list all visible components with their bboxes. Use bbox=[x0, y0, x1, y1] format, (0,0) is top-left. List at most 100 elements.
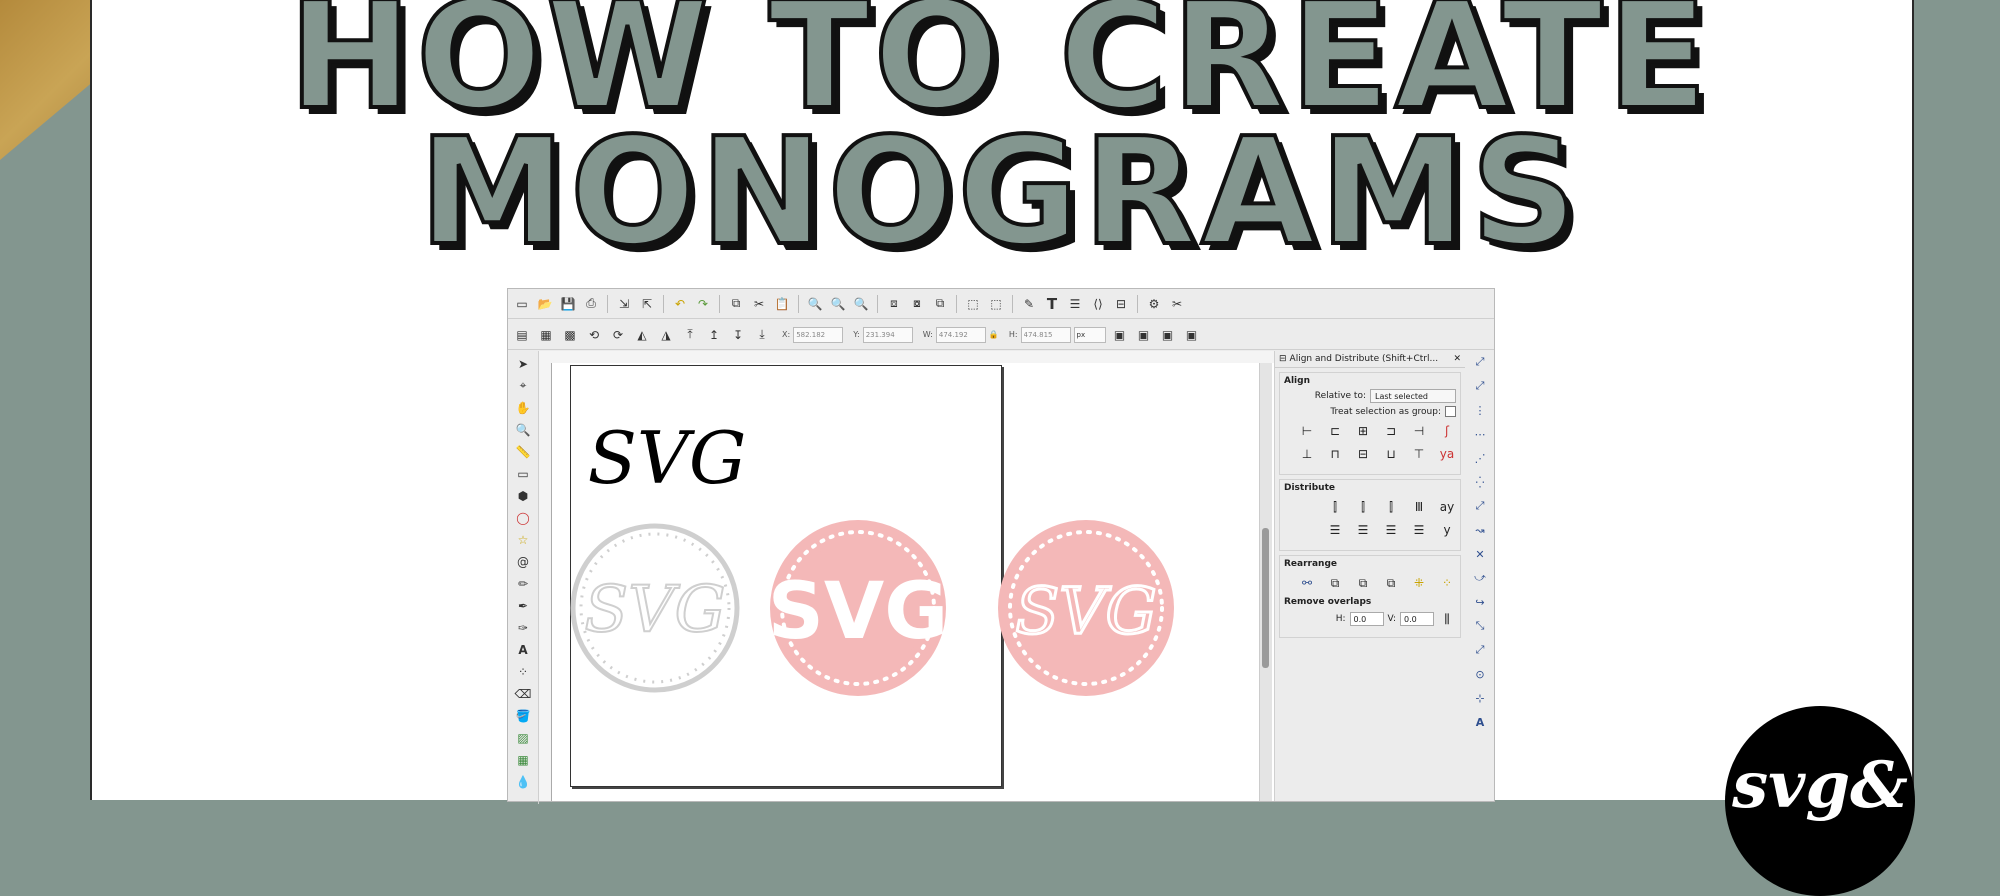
distribute-centers-v-icon[interactable]: ☰ bbox=[1354, 521, 1372, 539]
text-tool-icon[interactable]: T bbox=[1042, 294, 1062, 314]
distribute-top-edges-icon[interactable]: ☰ bbox=[1326, 521, 1344, 539]
preferences-icon[interactable]: ⚙ bbox=[1144, 294, 1164, 314]
align-left-to-right-icon[interactable]: ⊣ bbox=[1410, 422, 1428, 440]
center-horizontal-axis-icon[interactable]: ⊟ bbox=[1354, 445, 1372, 463]
distribute-centers-h-icon[interactable]: ⫿ bbox=[1354, 498, 1372, 516]
deselect-icon[interactable]: ▩ bbox=[560, 325, 580, 345]
rectangle-tool-icon[interactable]: ▭ bbox=[514, 464, 532, 483]
node-editor-icon[interactable]: ⬚ bbox=[963, 294, 983, 314]
exchange-clockwise-icon[interactable]: ⧉ bbox=[1382, 574, 1400, 592]
graph-layout-icon[interactable]: ⚯ bbox=[1298, 574, 1316, 592]
snap-centers-icon[interactable]: ⤢ bbox=[1471, 641, 1489, 659]
selector-tool-icon[interactable]: ➤ bbox=[514, 354, 532, 373]
flip-vertical-icon[interactable]: ◮ bbox=[656, 325, 676, 345]
pen-tool-icon[interactable]: ✒ bbox=[514, 596, 532, 615]
distribute-baselines-h-icon[interactable]: ay bbox=[1438, 498, 1456, 516]
gradient-tool-icon[interactable]: ▨ bbox=[514, 728, 532, 747]
zoom-tool-icon[interactable]: 🔍 bbox=[514, 420, 532, 439]
height-input[interactable] bbox=[1020, 326, 1071, 343]
exchange-z-order-icon[interactable]: ⧉ bbox=[1354, 574, 1372, 592]
eraser-tool-icon[interactable]: ⌫ bbox=[514, 684, 532, 703]
lock-icon[interactable]: 🔒 bbox=[989, 330, 999, 339]
center-vertical-axis-icon[interactable]: ⊞ bbox=[1354, 422, 1372, 440]
mesh-tool-icon[interactable]: ▦ bbox=[514, 750, 532, 769]
distribute-left-edges-icon[interactable]: ⫿ bbox=[1326, 498, 1344, 516]
raise-icon[interactable]: ↥ bbox=[704, 325, 724, 345]
snap-cusp-nodes-icon[interactable]: ⤻ bbox=[1471, 569, 1489, 587]
print-icon[interactable]: ⎙ bbox=[581, 294, 601, 314]
cut-icon[interactable]: ✂ bbox=[749, 294, 769, 314]
select-all-layers-icon[interactable]: ▦ bbox=[536, 325, 556, 345]
save-icon[interactable]: 💾 bbox=[558, 294, 578, 314]
align-bottom-to-top-icon[interactable]: ⊥ bbox=[1298, 445, 1316, 463]
box-3d-tool-icon[interactable]: ⬢ bbox=[514, 486, 532, 505]
rotate-ccw-icon[interactable]: ⟲ bbox=[584, 325, 604, 345]
scale-stroke-icon[interactable]: ▣ bbox=[1110, 325, 1130, 345]
clone-icon[interactable]: ⧉ bbox=[930, 294, 950, 314]
snap-intersections-icon[interactable]: ✕ bbox=[1471, 545, 1489, 563]
h-gap-input[interactable]: 0.0 bbox=[1349, 612, 1384, 626]
randomize-centers-icon[interactable]: ⁜ bbox=[1410, 574, 1428, 592]
zoom-drawing-icon[interactable]: 🔍 bbox=[828, 294, 848, 314]
zoom-selection-icon[interactable]: 🔍 bbox=[805, 294, 825, 314]
exchange-selection-order-icon[interactable]: ⧉ bbox=[1326, 574, 1344, 592]
align-left-edges-icon[interactable]: ⊏ bbox=[1326, 422, 1344, 440]
dropper-tool-icon[interactable]: 💧 bbox=[514, 772, 532, 791]
vertical-scrollbar[interactable] bbox=[1259, 363, 1272, 801]
spiral-tool-icon[interactable]: @ bbox=[514, 552, 532, 571]
v-gap-input[interactable]: 0.0 bbox=[1400, 612, 1434, 626]
transform-icon[interactable]: ⬚ bbox=[986, 294, 1006, 314]
snap-midpoints-icon[interactable]: ⤡ bbox=[1471, 617, 1489, 635]
open-icon[interactable]: 📂 bbox=[535, 294, 555, 314]
tweak-tool-icon[interactable]: ✋ bbox=[514, 398, 532, 417]
treat-group-checkbox[interactable] bbox=[1445, 406, 1456, 417]
node-tool-icon[interactable]: ⌖ bbox=[514, 376, 532, 395]
pink-script-monogram[interactable]: SVG bbox=[998, 520, 1174, 696]
calligraphy-tool-icon[interactable]: ✑ bbox=[514, 618, 532, 637]
align-text-anchors-icon[interactable]: ʃ bbox=[1438, 422, 1456, 440]
remove-overlaps-button-icon[interactable]: ⫼ bbox=[1438, 610, 1456, 628]
xml-editor-icon[interactable]: ⟨⟩ bbox=[1088, 294, 1108, 314]
new-document-icon[interactable]: ▭ bbox=[512, 294, 532, 314]
drawing-canvas[interactable]: SVG SVG SVG SVG bbox=[552, 363, 1299, 801]
snap-nodes-icon[interactable]: ⤢ bbox=[1471, 497, 1489, 515]
ungroup-icon[interactable]: ⧇ bbox=[907, 294, 927, 314]
bucket-tool-icon[interactable]: 🪣 bbox=[514, 706, 532, 725]
snap-smooth-nodes-icon[interactable]: ↪ bbox=[1471, 593, 1489, 611]
rotate-cw-icon[interactable]: ⟳ bbox=[608, 325, 628, 345]
unit-select[interactable]: px bbox=[1073, 326, 1106, 343]
redo-icon[interactable]: ↷ bbox=[693, 294, 713, 314]
distribute-baselines-v-icon[interactable]: y bbox=[1438, 521, 1456, 539]
align-top-to-bottom-icon[interactable]: ⊤ bbox=[1410, 445, 1428, 463]
width-input[interactable] bbox=[935, 326, 986, 343]
lower-to-bottom-icon[interactable]: ⤓ bbox=[752, 325, 772, 345]
select-all-icon[interactable]: ▤ bbox=[512, 325, 532, 345]
transform-patterns-icon[interactable]: ▣ bbox=[1182, 325, 1202, 345]
panel-close-icon[interactable]: ✕ bbox=[1453, 354, 1461, 364]
align-top-edges-icon[interactable]: ⊓ bbox=[1326, 445, 1344, 463]
x-input[interactable] bbox=[793, 326, 844, 343]
fill-stroke-icon[interactable]: ✎ bbox=[1019, 294, 1039, 314]
align-right-to-left-icon[interactable]: ⊢ bbox=[1298, 422, 1316, 440]
distribute-gaps-h-icon[interactable]: Ⅲ bbox=[1410, 498, 1428, 516]
pencil-tool-icon[interactable]: ✏ bbox=[514, 574, 532, 593]
raise-to-top-icon[interactable]: ⤒ bbox=[680, 325, 700, 345]
scrollbar-thumb[interactable] bbox=[1262, 528, 1269, 668]
y-input[interactable] bbox=[862, 326, 913, 343]
star-tool-icon[interactable]: ☆ bbox=[514, 530, 532, 549]
align-bottom-edges-icon[interactable]: ⊔ bbox=[1382, 445, 1400, 463]
distribute-right-edges-icon[interactable]: ⫿ bbox=[1382, 498, 1400, 516]
group-icon[interactable]: ⧈ bbox=[884, 294, 904, 314]
pink-block-monogram[interactable]: SVG bbox=[768, 520, 949, 696]
zoom-page-icon[interactable]: 🔍 bbox=[851, 294, 871, 314]
import-icon[interactable]: ⇲ bbox=[614, 294, 634, 314]
measure-tool-icon[interactable]: 📏 bbox=[514, 442, 532, 461]
transform-gradients-icon[interactable]: ▣ bbox=[1158, 325, 1178, 345]
ellipse-tool-icon[interactable]: ◯ bbox=[514, 508, 532, 527]
black-script-monogram[interactable]: SVG bbox=[588, 416, 747, 500]
snap-toggle-icon[interactable]: ⤢ bbox=[1471, 353, 1489, 371]
document-properties-icon[interactable]: ✂ bbox=[1167, 294, 1187, 314]
snap-bbox-centers-icon[interactable]: ⁛ bbox=[1471, 473, 1489, 491]
snap-bbox-edges-icon[interactable]: ⋮ bbox=[1471, 401, 1489, 419]
align-icon[interactable]: ⊟ bbox=[1111, 294, 1131, 314]
